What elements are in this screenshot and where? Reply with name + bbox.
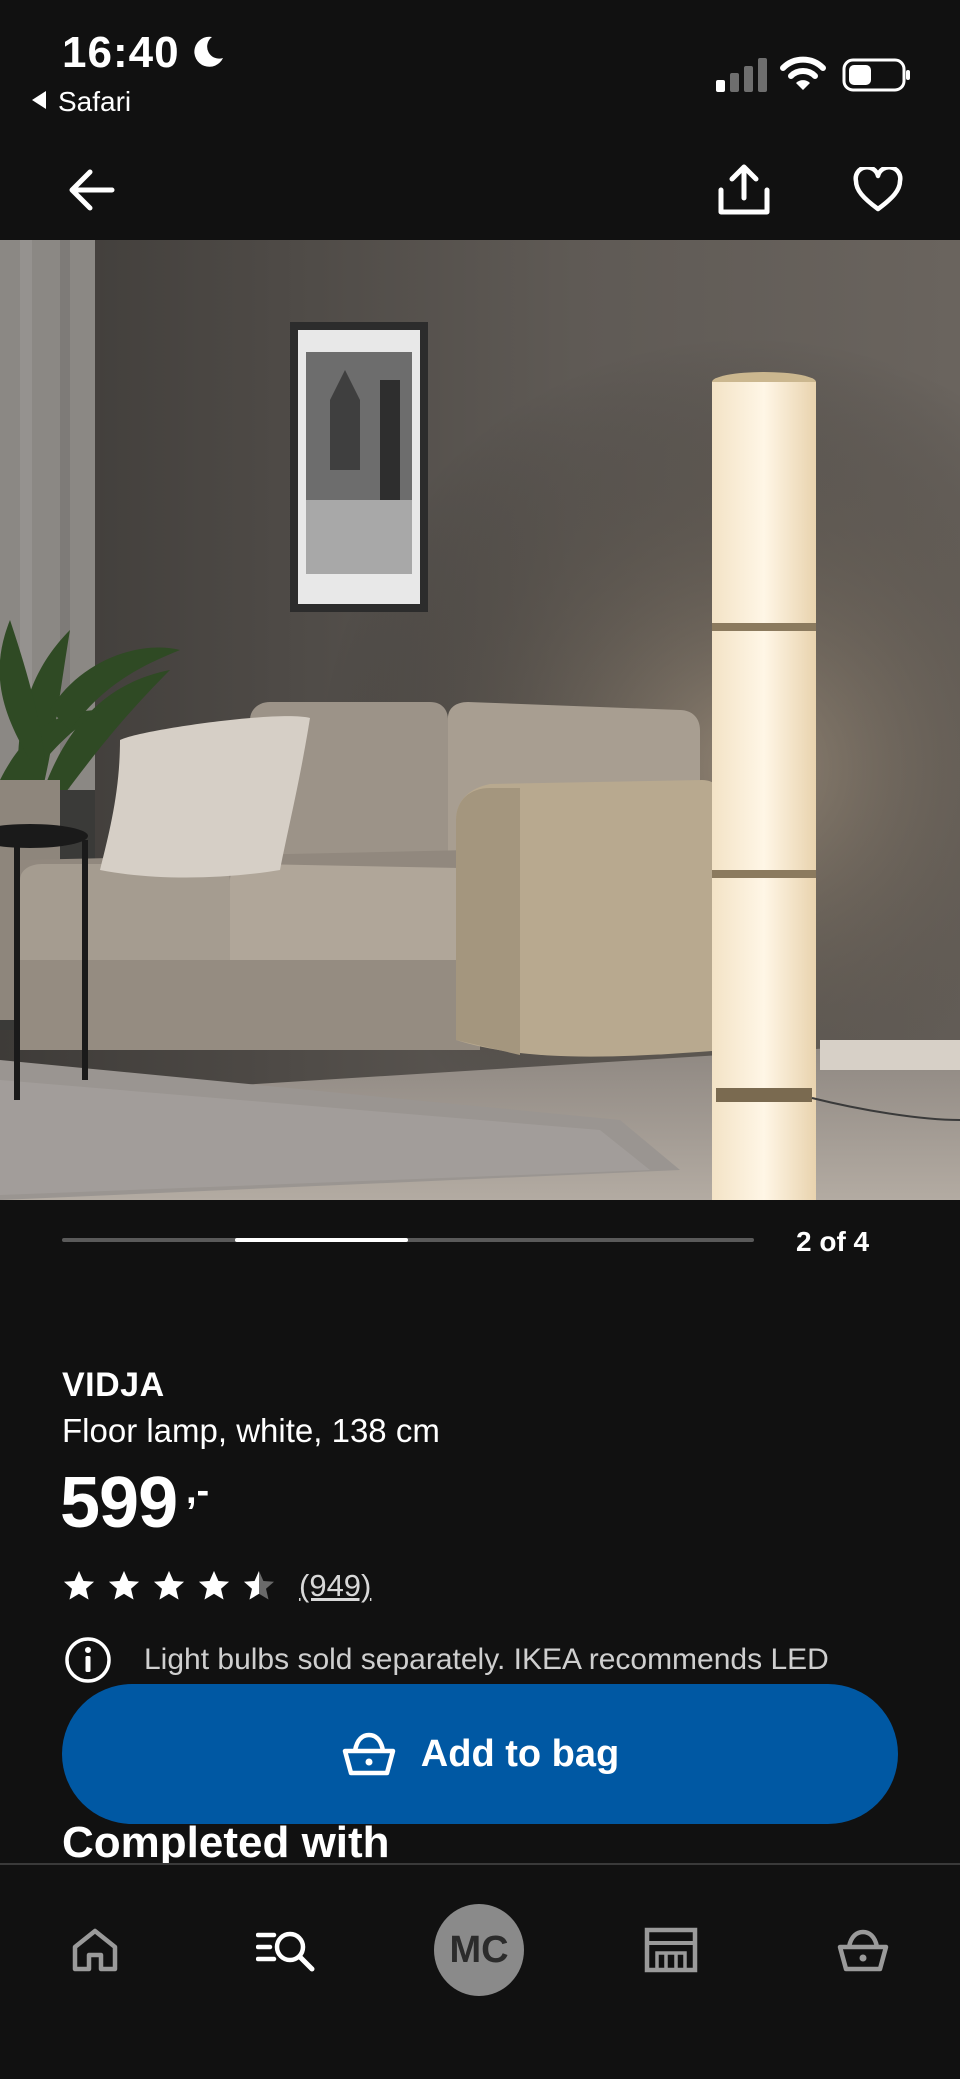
clock: 16:40 [62, 28, 180, 77]
add-to-bag-button[interactable]: Add to bag [62, 1684, 898, 1824]
avatar: MC [434, 1904, 524, 1996]
price: 599 [60, 1463, 178, 1543]
cellular-signal-icon [716, 58, 767, 92]
nav-search[interactable] [242, 1905, 332, 1995]
image-carousel-progress[interactable] [62, 1238, 754, 1242]
bottom-navigation: MC [0, 1863, 960, 2079]
review-count-link[interactable]: (949) [299, 1568, 371, 1604]
arrow-left-icon [69, 169, 115, 211]
share-icon [718, 164, 770, 215]
image-counter: 2 of 4 [796, 1226, 870, 1257]
info-icon [65, 1637, 111, 1683]
product-name: VIDJA [62, 1366, 165, 1404]
battery-icon [842, 58, 910, 92]
rating-stars [62, 1569, 287, 1603]
star-icon [109, 1571, 139, 1600]
product-description: Floor lamp, white, 138 cm [62, 1412, 440, 1449]
back-triangle-icon [32, 91, 46, 109]
wifi-icon [780, 56, 826, 90]
light-bulb-notice[interactable]: Light bulbs sold separately. IKEA recomm… [64, 1636, 829, 1684]
star-icon [64, 1571, 94, 1600]
basket-icon [342, 1732, 396, 1776]
product-photo [0, 240, 960, 1200]
nav-bag[interactable] [818, 1905, 908, 1995]
back-to-app-link[interactable]: Safari [32, 86, 131, 118]
nav-profile[interactable]: MC [434, 1904, 524, 1996]
carousel-progress-fill [235, 1238, 408, 1242]
nav-home[interactable] [50, 1905, 140, 1995]
star-icon [199, 1571, 229, 1600]
favorite-button[interactable] [846, 158, 910, 222]
product-image[interactable] [0, 240, 960, 1200]
basket-icon [837, 1929, 889, 1972]
moon-icon [194, 36, 223, 67]
add-to-bag-label: Add to bag [420, 1732, 620, 1775]
star-icon [154, 1571, 184, 1600]
share-button[interactable] [712, 158, 776, 222]
status-bar: 16:40 Safari [0, 0, 960, 140]
price-suffix: ,- [186, 1470, 210, 1512]
home-icon [72, 1928, 118, 1972]
rating[interactable]: (949) [62, 1566, 371, 1606]
back-app-label: Safari [58, 86, 132, 117]
info-text: Light bulbs sold separately. IKEA recomm… [144, 1643, 829, 1676]
back-button[interactable] [60, 158, 124, 222]
nav-stores[interactable] [626, 1905, 716, 1995]
store-icon [644, 1927, 698, 1973]
star-icon [244, 1571, 274, 1600]
search-list-icon [256, 1931, 315, 1972]
top-bar [0, 140, 960, 240]
heart-icon [853, 167, 903, 212]
section-heading: Completed with [62, 1818, 390, 1867]
